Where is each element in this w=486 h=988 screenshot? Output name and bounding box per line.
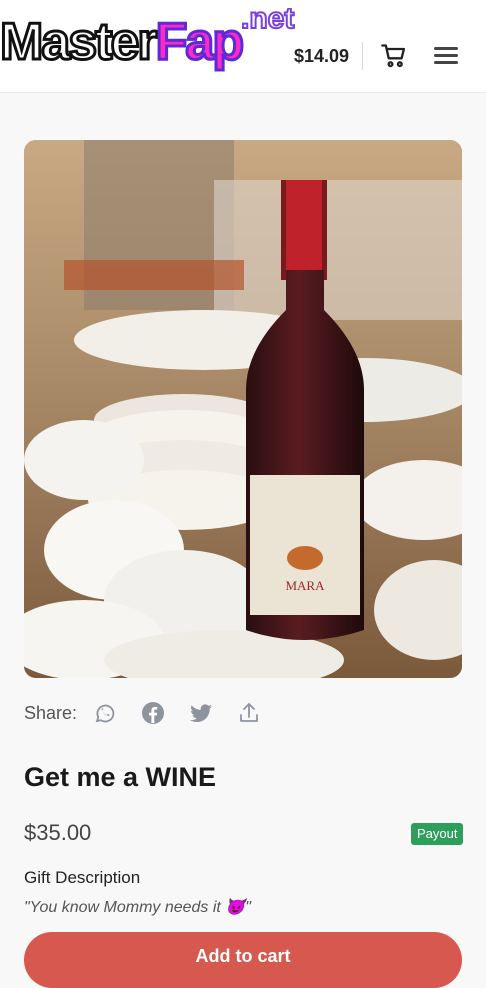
twitter-icon[interactable]: [189, 701, 213, 725]
top-header: MasterFap .net $14.09: [0, 0, 486, 93]
header-divider: [362, 42, 363, 70]
product-price: $35.00: [24, 820, 92, 845]
cart-icon[interactable]: [380, 42, 408, 70]
share-upload-icon[interactable]: [237, 701, 261, 725]
share-label: Share:: [24, 702, 78, 723]
add-to-cart-label: Add to cart: [195, 946, 291, 966]
hamburger-menu-icon[interactable]: [434, 44, 458, 68]
brand-wordmark: MasterFap: [0, 12, 246, 73]
brand-part-master: Master: [0, 12, 159, 73]
product-image: MARA: [24, 140, 462, 678]
payout-badge: Payout: [411, 823, 464, 845]
brand-part-fap: Fap: [154, 12, 245, 73]
facebook-icon[interactable]: [141, 701, 165, 725]
brand-tld: .net: [240, 8, 295, 36]
wine-photo-illustration: MARA: [24, 140, 462, 678]
gift-description-label: Gift Description: [24, 868, 141, 887]
brand-logo[interactable]: MasterFap .net: [0, 8, 310, 78]
gift-description-text: "You know Mommy needs it 😈": [24, 899, 251, 916]
bottle-label-text: MARA: [285, 578, 325, 593]
whatsapp-icon[interactable]: [93, 701, 117, 725]
product-title: Get me a WINE: [24, 762, 217, 792]
wallet-balance[interactable]: $14.09: [294, 46, 349, 67]
share-row: Share:: [24, 698, 324, 728]
add-to-cart-button[interactable]: Add to cart: [24, 932, 462, 988]
